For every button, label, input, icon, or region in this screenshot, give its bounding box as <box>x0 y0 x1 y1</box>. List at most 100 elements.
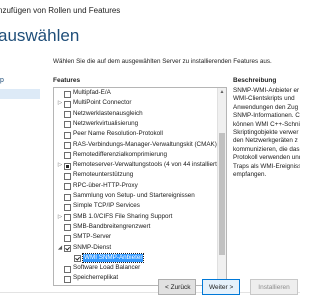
feature-row[interactable]: Netzwerklastenausgleich <box>54 109 217 119</box>
description-line: den Netzwerkgeräten z <box>233 137 298 145</box>
feature-checkbox[interactable] <box>64 193 71 201</box>
feature-label: Speicherreplikat <box>73 274 119 282</box>
back-button[interactable]: < Zurück <box>158 279 196 295</box>
sidebar-item-1[interactable]: p <box>0 76 4 86</box>
wizard-sidebar: p <box>0 58 40 300</box>
feature-label: Netzwerkvirtualisierung <box>73 119 139 127</box>
collapse-icon[interactable]: ◢ <box>57 244 63 252</box>
feature-checkbox[interactable] <box>64 234 71 242</box>
feature-label: Remoteserver-Verwaltungstools (4 von 44 … <box>73 161 219 169</box>
feature-checkbox[interactable] <box>64 111 71 119</box>
title-bar: nzufügen von Rollen und Features <box>0 0 300 23</box>
feature-label: SMB 1.0/CIFS File Sharing Support <box>73 212 173 220</box>
feature-checkbox[interactable] <box>64 172 71 180</box>
feature-row[interactable]: WMI SNMP-Anbieter <box>54 252 217 264</box>
feature-label: RPC-über-HTTP-Proxy <box>73 181 138 189</box>
feature-row[interactable]: Peer Name Resolution-Protokoll <box>54 130 217 139</box>
feature-checkbox[interactable] <box>64 265 71 273</box>
feature-row[interactable]: Sammlung von Setup- und Startereignissen <box>54 192 217 201</box>
scroll-thumb[interactable] <box>219 133 225 255</box>
feature-row[interactable]: Simple TCP/IP Services <box>54 202 217 211</box>
description-line: kommunizieren, die das <box>233 145 300 153</box>
feature-checkbox[interactable] <box>64 162 71 170</box>
feature-label: Peer Name Resolution-Protokoll <box>73 130 163 138</box>
feature-checkbox[interactable] <box>64 224 71 232</box>
page-title: auswählen <box>0 26 80 45</box>
feature-label: MultiPoint Connector <box>73 99 132 107</box>
feature-row[interactable]: SMTP-Server <box>54 233 217 242</box>
description-header: Beschreibung <box>233 77 277 84</box>
feature-tree[interactable]: Multipfad-E/A ▷ MultiPoint Connector Netzwe… <box>53 87 227 286</box>
feature-row[interactable]: RPC-über-HTTP-Proxy <box>54 181 217 191</box>
scroll-up-icon[interactable]: ▲ <box>218 88 226 96</box>
feature-row[interactable]: Software Load Balancer <box>54 264 217 273</box>
description-lines: SNMP-WMI-Anbieter er WMI-Clientskripts un… <box>233 87 300 179</box>
feature-checkbox[interactable] <box>74 255 81 263</box>
description-line: SNMP-Informationen. C <box>233 112 300 120</box>
description-line: WMI-Clientskripts und <box>233 95 295 103</box>
expand-icon[interactable]: ▷ <box>57 213 63 221</box>
install-button[interactable]: Installieren <box>250 279 298 295</box>
feature-checkbox[interactable] <box>64 245 71 253</box>
description-line: SNMP-WMI-Anbieter er <box>233 87 300 94</box>
expand-icon[interactable]: ▷ <box>57 161 63 169</box>
feature-row[interactable]: Remoteunterstützung <box>54 171 217 180</box>
feature-label: RAS-Verbindungs-Manager-Verwaltungskit (… <box>73 140 217 148</box>
feature-checkbox[interactable] <box>64 142 71 150</box>
feature-checkbox[interactable] <box>64 90 71 98</box>
feature-row[interactable]: Remotedifferenzialkomprimierung <box>54 150 217 160</box>
feature-checkbox[interactable] <box>64 183 71 191</box>
intro-text: Wählen Sie die auf dem ausgewählten Serv… <box>53 58 272 65</box>
feature-row[interactable]: RAS-Verbindungs-Manager-Verwaltungskit (… <box>54 140 217 150</box>
feature-label: Remotedifferenzialkomprimierung <box>73 150 168 158</box>
wizard-header: auswählen <box>0 22 300 52</box>
description-line: können WMI C++-Schnit <box>233 120 300 128</box>
feature-checkbox[interactable] <box>64 214 71 222</box>
feature-row[interactable]: Netzwerkvirtualisierung <box>54 119 217 129</box>
sidebar-item-current[interactable] <box>0 89 40 99</box>
feature-label: Multipfad-E/A <box>73 89 111 96</box>
feature-checkbox[interactable] <box>64 203 71 211</box>
feature-row[interactable]: ▷ MultiPoint Connector <box>54 99 217 108</box>
feature-checkbox[interactable] <box>64 100 71 108</box>
expand-icon[interactable]: ▷ <box>57 99 63 107</box>
description-line: empfangen. <box>233 171 267 179</box>
window-title: nzufügen von Rollen und Features <box>0 6 121 15</box>
features-header: Features <box>53 77 81 84</box>
next-button[interactable]: Weiter > <box>202 279 240 295</box>
feature-row[interactable]: ▷ SMB 1.0/CIFS File Sharing Support <box>54 212 217 222</box>
feature-row[interactable]: Multipfad-E/A <box>54 89 217 98</box>
description-line: Traps als WMI-Ereigniss <box>233 162 300 170</box>
feature-label: Remoteunterstützung <box>73 171 134 179</box>
feature-description: SNMP-WMI-Anbieter er WMI-Clientskripts un… <box>233 87 300 179</box>
feature-checkbox[interactable] <box>64 131 71 139</box>
feature-checkbox[interactable] <box>64 152 71 160</box>
feature-checkbox[interactable] <box>64 121 71 129</box>
feature-row[interactable]: ◢ SNMP-Dienst <box>54 243 217 253</box>
feature-row[interactable]: ▷ Remoteserver-Verwaltungstools (4 von 44… <box>54 161 219 170</box>
add-roles-features-wizard: nzufügen von Rollen und Features auswähl… <box>0 0 300 300</box>
feature-checkbox[interactable] <box>64 275 71 283</box>
feature-scrollbar[interactable]: ▲ ▼ <box>217 88 226 285</box>
feature-label: Simple TCP/IP Services <box>73 202 140 210</box>
feature-label: SMTP-Server <box>73 233 112 241</box>
feature-label: SMB-Bandbreitengrenzwert <box>73 222 151 230</box>
feature-row[interactable]: SMB-Bandbreitengrenzwert <box>54 222 217 232</box>
feature-label: Sammlung von Setup- und Startereignissen <box>73 192 195 199</box>
feature-label: Software Load Balancer <box>73 264 141 272</box>
feature-label: SNMP-Dienst <box>73 243 112 251</box>
feature-label: Netzwerklastenausgleich <box>73 109 143 117</box>
